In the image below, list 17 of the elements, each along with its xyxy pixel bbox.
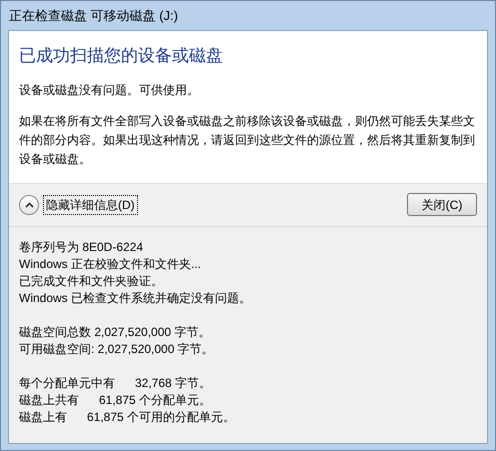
log-line: 每个分配单元中有 32,768 字节。 — [19, 374, 212, 392]
log-line: 磁盘上共有 61,875 个分配单元。 — [19, 392, 212, 408]
details-toggle-link[interactable]: 隐藏详细信息(D) — [43, 194, 138, 214]
log-line: 磁盘空间总数 2,027,520,000 字节。 — [19, 324, 212, 340]
log-line: Windows 正在校验文件和文件夹... — [19, 256, 202, 272]
window-title: 正在检查磁盘 可移动磁盘 (J:) — [8, 6, 179, 25]
log-line: 磁盘上有 61,875 个可用的分配单元。 — [19, 408, 236, 426]
log-line: 已完成文件和文件夹验证。 — [19, 272, 164, 290]
close-button[interactable]: 关闭(C) — [407, 193, 477, 216]
message-text: 设备或磁盘没有问题。可供使用。 — [19, 82, 200, 98]
log-line: 卷序列号为 8E0D-6224 — [19, 238, 144, 256]
dialog-heading: 已成功扫描您的设备或磁盘 — [19, 45, 224, 67]
log-line: Windows 已检查文件系统并确定没有问题。 — [19, 290, 252, 306]
log-line: 可用磁盘空间: 2,027,520,000 字节。 — [19, 340, 215, 358]
message-text: 如果在将所有文件全部写入设备或磁盘之前移除该设备或磁盘，则仍然可能丢失某些文件的部分内容。如果出现这种情况，请返回到这些文件的源位置，然后将其重新复制到设备或磁盘。 — [19, 112, 476, 168]
details-toggle-button[interactable] — [19, 194, 39, 214]
chevron-up-icon — [24, 202, 34, 208]
